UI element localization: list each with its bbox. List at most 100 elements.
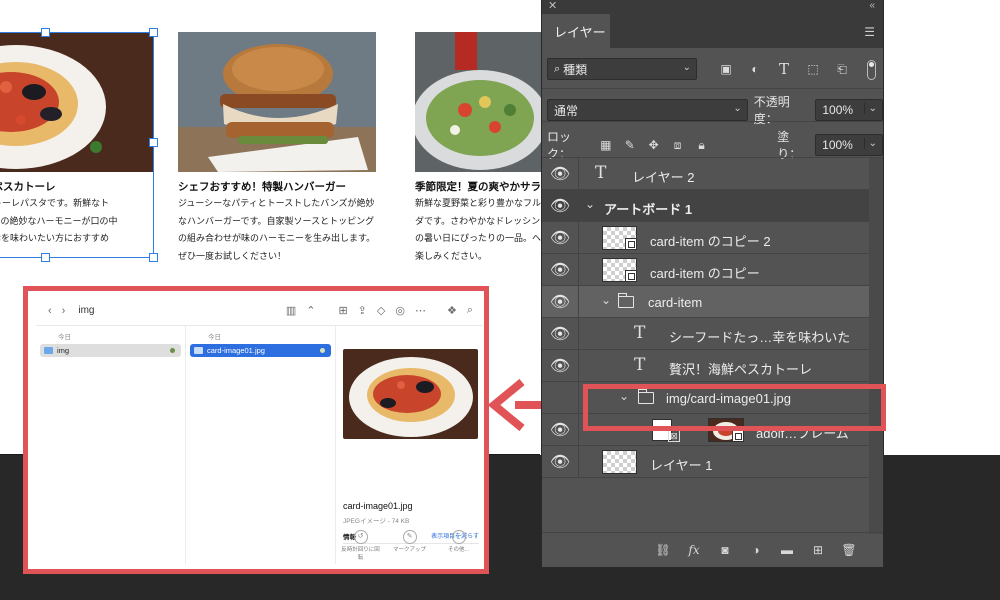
artboard-row[interactable]: 👁︎ ⌄ アートボード 1 [542,190,869,222]
chevron-down-icon: ⌄ [863,103,877,114]
card-desc: 新鮮な夏野菜と彩り豊かなフルーツを使ったサラダです。さわやかなドレッシングをかけ… [415,199,545,262]
layer-row[interactable]: 👁︎ T レイヤー 2 [542,158,869,190]
forward-icon[interactable]: › [62,305,66,317]
close-icon[interactable]: ✕ [548,0,557,13]
type-filter-icon[interactable]: T [773,59,795,79]
resize-handle[interactable] [41,253,50,262]
smart-object-icon [625,238,637,250]
more-icon[interactable]: ⋯ [415,304,426,317]
card-title: 贅沢！海鮮ペスカトーレ [0,181,56,193]
lock-artboard-icon[interactable]: ⧈ [667,135,689,155]
column-view-icon[interactable]: ▥ [286,304,296,317]
image-file-icon [194,347,203,354]
folder-icon [637,389,654,404]
chevron-down-icon[interactable]: ⌄ [601,293,611,307]
search-icon[interactable]: ⌕ [467,304,473,317]
finder-column-1: 今日 img [36,326,186,564]
new-layer-icon[interactable]: ⊞ [810,543,826,557]
opacity-field[interactable]: 100% ⌄ [815,99,883,121]
card-desc: ジューシーなパティとトーストしたバンズが絶妙なハンバーガーです。自家製ソースとト… [178,199,376,262]
group-row-img[interactable]: 👁︎ ⌄ img/card-image01.jpg [542,382,869,414]
adjustment-icon[interactable]: ◑ [748,543,764,557]
rotate-button[interactable]: ↺ 反時計回りに回転 [341,530,381,562]
markup-button[interactable]: ✎ マークアップ [390,530,430,562]
tab-layers[interactable]: レイヤー [542,14,610,48]
text-layer-icon: T [634,323,646,343]
rotate-icon: ↺ [353,530,368,544]
shape-filter-icon[interactable]: ⬚ [802,59,824,79]
trash-icon[interactable]: 🗑︎ [841,543,857,557]
collapse-icon[interactable]: « [869,0,875,12]
eye-icon[interactable]: 👁︎ [542,446,579,477]
tag-icon[interactable]: ◇ [377,304,385,317]
dropbox-icon[interactable]: ❖ [447,304,457,317]
eye-icon[interactable]: 👁︎ [542,318,579,349]
lock-move-icon[interactable]: ✥ [643,135,665,155]
layer-row[interactable]: 👁︎ レイヤー 1 [542,446,869,478]
filter-toggle[interactable] [867,60,876,80]
layer-row[interactable]: 👁︎ T 贅沢！海鮮ペスカトーレ [542,350,869,382]
layer-row[interactable]: 👁︎ card-item のコピー [542,254,869,286]
eye-icon[interactable]: 👁︎ [542,190,579,221]
fx-icon[interactable]: fx [686,543,702,557]
folder-icon [44,347,53,354]
lock-transparent-icon[interactable]: ▦ [595,135,617,155]
airdrop-icon[interactable]: ◎ [395,304,405,317]
share-icon[interactable]: ⇪ [358,304,367,317]
lock-paint-icon[interactable]: ✎ [619,135,641,155]
date-group-label: 今日 [208,334,221,341]
back-icon[interactable]: ‹ [48,305,52,317]
layer-thumbnail [602,258,637,282]
smart-object-icon [732,430,743,441]
finder-toolbar: ‹ › img ▥ ⌃ ⊞ ⇪ ◇ ◎ ⋯ ❖ ⌕ [36,296,483,326]
finder-item-card-image[interactable]: card-image01.jpg [190,344,331,357]
card-salad[interactable]: 季節限定！夏の爽やかサラダ 新鮮な夏野菜と彩り豊かなフルーツを使ったサラダです。… [415,32,545,266]
card-burger[interactable]: シェフおすすめ！特製ハンバーガー ジューシーなパティとトーストしたバンズが絶妙な… [178,32,376,266]
more-button[interactable]: ⋯ その他... [439,530,479,562]
chevron-down-icon: ⌄ [733,103,742,114]
pixel-filter-icon[interactable]: ▣ [715,59,737,79]
chevron-down-icon[interactable]: ⌄ [585,197,595,211]
fill-field[interactable]: 100% ⌄ [815,134,883,156]
layer-row[interactable]: 👁︎ ⊠ adolf…フレーム [542,414,869,446]
eye-icon[interactable]: 👁︎ [542,350,579,381]
filter-kind-select[interactable]: ⌕ 種類 ⌄ [547,58,697,80]
preview-actions: ↺ 反時計回りに回転 ✎ マークアップ ⋯ その他... [336,530,483,562]
link-icon[interactable]: ⛓︎ [655,543,671,557]
smart-object-filter-icon[interactable]: ⎗ [831,59,853,79]
finder-column-2: 今日 card-image01.jpg [186,326,336,564]
text-layer-icon: T [595,163,607,183]
eye-icon[interactable]: 👁︎ [542,222,579,253]
layer-row[interactable]: 👁︎ card-item のコピー 2 [542,222,869,254]
chevron-down-icon: ⌄ [863,138,877,149]
view-options-icon[interactable]: ⌃ [306,304,315,317]
new-group-icon[interactable]: ▬ [779,543,795,557]
eye-icon[interactable]: 👁︎ [542,414,579,445]
card-title: シェフおすすめ！特製ハンバーガー [178,181,346,193]
frame-mask-icon: ⊠ [668,430,680,442]
eye-icon[interactable]: 👁︎ [542,286,579,317]
adjustment-filter-icon[interactable]: ◐ [744,59,766,79]
chevron-down-icon: ⌄ [682,62,691,73]
eye-icon[interactable]: 👁︎ [542,254,579,285]
folder-icon [617,293,634,308]
preview-filename: card-image01.jpg [343,501,413,511]
resize-handle[interactable] [149,253,158,262]
lock-all-icon[interactable]: 🔒︎ [691,135,713,155]
layer-row[interactable]: 👁︎ T シーフードたっ…幸を味わいた [542,318,869,350]
group-icon[interactable]: ⊞ [338,304,347,317]
eye-icon[interactable]: 👁︎ [542,382,579,413]
card-pescatore[interactable]: 贅沢！海鮮ペスカトーレ ぷりっぷりのペスカトーレパスタです。新鮮なトマトソースの… [0,32,154,249]
mask-icon[interactable]: ◙ [717,543,733,557]
date-group-label: 今日 [58,334,71,341]
preview-kind: JPEGイメージ - 74 KB [343,518,410,525]
panel-menu-icon[interactable]: ☰ [864,25,875,39]
eye-icon[interactable]: 👁︎ [542,158,579,189]
finder-title: img [78,305,95,316]
blend-mode-select[interactable]: 通常 ⌄ [547,99,748,121]
group-row-card-item[interactable]: 👁︎ ⌄ card-item [542,286,869,318]
finder-item-img[interactable]: img [40,344,181,357]
chevron-down-icon[interactable]: ⌄ [619,389,629,403]
layer-thumbnail [602,226,637,250]
text-layer-icon: T [634,355,646,375]
